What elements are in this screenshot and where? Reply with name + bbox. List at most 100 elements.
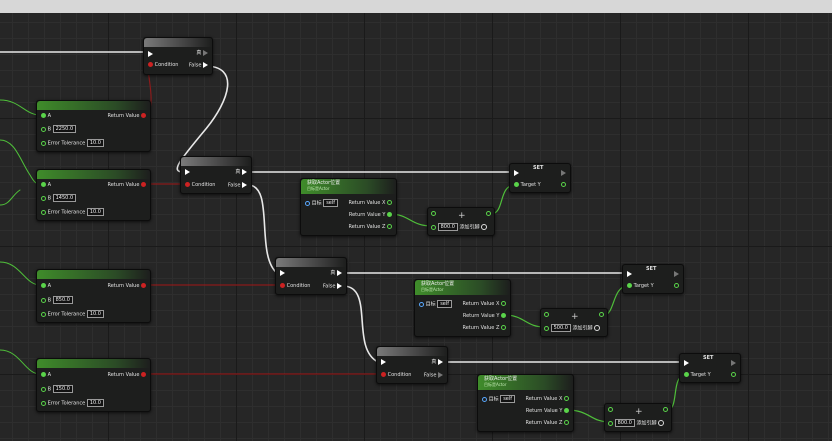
- return-z-pin[interactable]: [564, 420, 569, 425]
- return-y-pin[interactable]: [564, 408, 569, 413]
- add-output-pin[interactable]: [486, 211, 491, 216]
- exec-in-pin[interactable]: [627, 271, 632, 277]
- add-input-pin[interactable]: [431, 211, 436, 216]
- return-y-pin[interactable]: [387, 212, 392, 217]
- add-pin-icon[interactable]: [481, 224, 488, 230]
- get-actor-location-node[interactable]: 获取Actor位置 目标是Actor 目标 self Return Value X…: [300, 178, 397, 236]
- exec-in-pin[interactable]: [280, 270, 285, 276]
- target-y-out-pin[interactable]: [561, 182, 566, 187]
- tolerance-input[interactable]: 10.0: [86, 399, 104, 407]
- nearly-equal-node[interactable]: A Return Value B 150.0 Error Tolerance 1…: [36, 358, 151, 412]
- b-value-input[interactable]: 2250.0: [52, 125, 77, 133]
- target-y-pin[interactable]: [684, 372, 689, 377]
- b-value-input[interactable]: 850.0: [52, 296, 73, 304]
- pin-a[interactable]: [41, 113, 46, 118]
- set-target-y-node[interactable]: SET Target Y: [679, 353, 741, 383]
- tolerance-input[interactable]: 10.0: [86, 310, 104, 318]
- nearly-equal-node[interactable]: A Return Value B 850.0 Error Tolerance 1…: [36, 269, 151, 323]
- target-self-input[interactable]: self: [323, 199, 339, 207]
- exec-true-pin[interactable]: [242, 168, 247, 175]
- return-z-pin[interactable]: [501, 325, 506, 330]
- add-node[interactable]: + 800.0 添加引脚: [427, 207, 495, 236]
- target-y-pin[interactable]: [514, 182, 519, 187]
- target-self-input[interactable]: self: [500, 395, 516, 403]
- exec-out-pin[interactable]: [674, 271, 679, 277]
- exec-true-pin[interactable]: [438, 358, 443, 365]
- target-pin[interactable]: [305, 200, 310, 206]
- add-value-input[interactable]: 800.0: [614, 419, 635, 427]
- error-tolerance-pin[interactable]: [41, 400, 46, 406]
- branch-node[interactable]: 真 Condition False: [376, 346, 448, 384]
- target-y-out-pin[interactable]: [674, 283, 679, 288]
- add-output-pin[interactable]: [663, 407, 668, 412]
- pin-b[interactable]: [41, 195, 46, 201]
- add-pin-label[interactable]: 添加引脚: [573, 326, 593, 332]
- pin-b[interactable]: [41, 126, 46, 132]
- pin-a[interactable]: [41, 283, 46, 288]
- pin-b[interactable]: [41, 297, 46, 303]
- target-y-out-pin[interactable]: [731, 372, 736, 377]
- exec-in-pin[interactable]: [684, 360, 689, 366]
- add-input-pin[interactable]: [608, 407, 613, 412]
- nearly-equal-node[interactable]: A Return Value B 1450.0 Error Tolerance …: [36, 169, 151, 221]
- pin-a[interactable]: [41, 182, 46, 187]
- return-value-pin[interactable]: [141, 113, 146, 118]
- return-value-pin[interactable]: [141, 372, 146, 377]
- exec-in-pin[interactable]: [185, 169, 190, 175]
- add-value-input[interactable]: 500.0: [550, 324, 571, 332]
- exec-false-pin[interactable]: [337, 283, 342, 289]
- tolerance-input[interactable]: 10.0: [86, 139, 104, 147]
- set-target-y-node[interactable]: SET Target Y: [509, 163, 571, 193]
- branch-node[interactable]: 真 Condition False: [180, 156, 252, 194]
- return-y-pin[interactable]: [501, 313, 506, 318]
- add-pin-icon[interactable]: [594, 325, 601, 331]
- return-value-pin[interactable]: [141, 182, 146, 187]
- exec-in-pin[interactable]: [381, 359, 386, 365]
- exec-out-pin[interactable]: [731, 360, 736, 366]
- exec-false-pin[interactable]: [438, 372, 443, 378]
- condition-pin[interactable]: [280, 283, 285, 288]
- add-node[interactable]: + 800.0 添加引脚: [604, 403, 672, 432]
- target-pin[interactable]: [482, 396, 487, 402]
- add-input-pin[interactable]: [544, 325, 549, 331]
- exec-true-pin[interactable]: [337, 269, 342, 276]
- add-node[interactable]: + 500.0 添加引脚: [540, 308, 608, 337]
- error-tolerance-pin[interactable]: [41, 311, 46, 317]
- branch-node[interactable]: 真 Condition False: [275, 257, 347, 295]
- set-target-y-node[interactable]: SET Target Y: [622, 264, 684, 294]
- error-tolerance-pin[interactable]: [41, 209, 46, 215]
- add-input-pin[interactable]: [431, 224, 436, 230]
- nearly-equal-node[interactable]: A Return Value B 2250.0 Error Tolerance …: [36, 100, 151, 152]
- exec-false-pin[interactable]: [203, 62, 208, 68]
- condition-pin[interactable]: [148, 62, 153, 67]
- return-x-pin[interactable]: [564, 396, 569, 401]
- return-x-pin[interactable]: [501, 301, 506, 306]
- target-self-input[interactable]: self: [437, 300, 453, 308]
- add-value-input[interactable]: 800.0: [437, 223, 458, 231]
- return-z-pin[interactable]: [387, 224, 392, 229]
- add-output-pin[interactable]: [599, 312, 604, 317]
- error-tolerance-pin[interactable]: [41, 140, 46, 146]
- add-input-pin[interactable]: [608, 420, 613, 426]
- add-pin-label[interactable]: 添加引脚: [637, 421, 657, 427]
- pin-a[interactable]: [41, 372, 46, 377]
- tolerance-input[interactable]: 10.0: [86, 208, 104, 216]
- exec-true-pin[interactable]: [203, 49, 208, 56]
- add-input-pin[interactable]: [544, 312, 549, 317]
- b-value-input[interactable]: 1450.0: [52, 194, 77, 202]
- condition-pin[interactable]: [381, 372, 386, 377]
- target-pin[interactable]: [419, 301, 424, 307]
- exec-in-pin[interactable]: [514, 170, 519, 176]
- exec-in-pin[interactable]: [148, 51, 153, 57]
- b-value-input[interactable]: 150.0: [52, 385, 73, 393]
- pin-b[interactable]: [41, 386, 46, 392]
- condition-pin[interactable]: [185, 182, 190, 187]
- return-x-pin[interactable]: [387, 200, 392, 205]
- exec-false-pin[interactable]: [242, 182, 247, 188]
- branch-node[interactable]: 真 Condition False: [143, 37, 213, 75]
- exec-out-pin[interactable]: [561, 170, 566, 176]
- get-actor-location-node[interactable]: 获取Actor位置 目标是Actor 目标 self Return Value X…: [477, 374, 574, 432]
- target-y-pin[interactable]: [627, 283, 632, 288]
- get-actor-location-node[interactable]: 获取Actor位置 目标是Actor 目标 self Return Value X…: [414, 279, 511, 337]
- add-pin-icon[interactable]: [658, 420, 665, 426]
